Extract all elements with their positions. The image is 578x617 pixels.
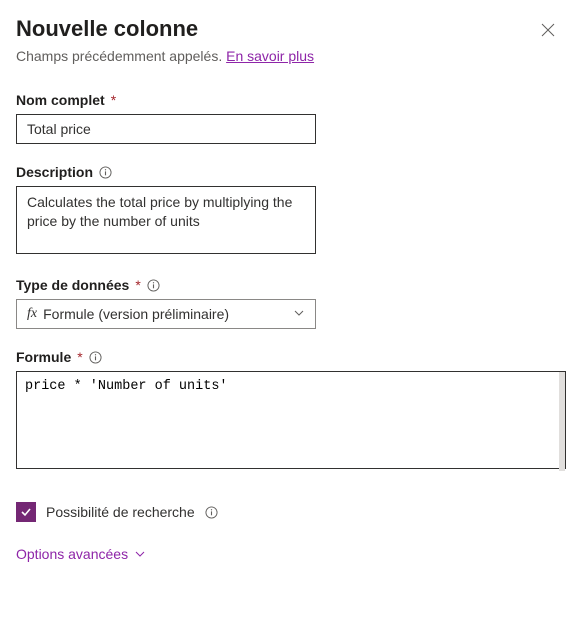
field-formula: Formule *	[16, 349, 562, 472]
required-marker: *	[111, 92, 116, 108]
info-icon[interactable]	[89, 351, 102, 364]
learn-more-link[interactable]: En savoir plus	[226, 48, 314, 64]
required-marker: *	[135, 277, 140, 293]
data-type-label: Type de données	[16, 277, 129, 293]
info-icon[interactable]	[205, 506, 218, 519]
description-input[interactable]	[16, 186, 316, 254]
advanced-options-toggle[interactable]: Options avancées	[16, 546, 146, 562]
scrollbar[interactable]	[559, 372, 565, 471]
field-display-name: Nom complet *	[16, 92, 562, 144]
panel-title: Nouvelle colonne	[16, 16, 198, 42]
chevron-down-icon	[293, 306, 305, 322]
panel-header: Nouvelle colonne	[16, 16, 562, 44]
check-icon	[19, 505, 33, 519]
formula-label: Formule	[16, 349, 71, 365]
advanced-options-label: Options avancées	[16, 546, 128, 562]
description-label: Description	[16, 164, 93, 180]
close-button[interactable]	[534, 16, 562, 44]
data-type-select[interactable]: fx Formule (version préliminaire)	[16, 299, 316, 329]
searchable-label: Possibilité de recherche	[46, 504, 195, 520]
display-name-label: Nom complet	[16, 92, 105, 108]
subtitle-text: Champs précédemment appelés.	[16, 48, 226, 64]
formula-input[interactable]	[16, 371, 566, 469]
field-description: Description	[16, 164, 562, 257]
searchable-checkbox[interactable]	[16, 502, 36, 522]
chevron-down-icon	[134, 548, 146, 560]
fx-icon: fx	[27, 306, 37, 322]
close-icon	[541, 23, 555, 37]
display-name-input[interactable]	[16, 114, 316, 144]
info-icon[interactable]	[99, 166, 112, 179]
info-icon[interactable]	[147, 279, 160, 292]
searchable-row: Possibilité de recherche	[16, 502, 562, 522]
required-marker: *	[77, 349, 82, 365]
field-data-type: Type de données * fx Formule (version pr…	[16, 277, 562, 329]
data-type-value: Formule (version préliminaire)	[43, 306, 229, 322]
panel-subtitle: Champs précédemment appelés. En savoir p…	[16, 48, 562, 64]
